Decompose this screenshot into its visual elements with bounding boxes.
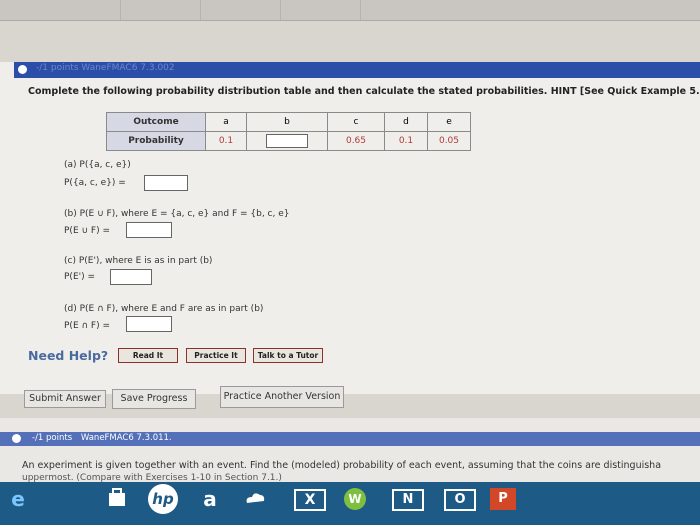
previous-table-strip — [0, 0, 700, 21]
submit-answer-button[interactable]: Submit Answer — [24, 390, 106, 408]
assignment-code: WaneFMAC6 7.3.011. — [80, 433, 172, 443]
part-b-input[interactable] — [126, 222, 172, 238]
need-help-label: Need Help? — [28, 348, 109, 363]
read-it-button[interactable]: Read It — [118, 348, 178, 363]
part-a-label: P({a, c, e}) = — [64, 178, 126, 188]
probability-header: Probability — [106, 131, 206, 151]
probability-b-input[interactable] — [266, 134, 308, 148]
word-icon[interactable]: W — [344, 488, 366, 510]
strip-cell — [200, 0, 281, 20]
probability-cell: 0.05 — [427, 131, 471, 151]
points-label: -/1 points — [36, 63, 79, 73]
probability-cell: 0.1 — [384, 131, 428, 151]
part-b-label: P(E ∪ F) = — [64, 226, 111, 236]
store-icon[interactable] — [104, 487, 130, 511]
part-c-label: P(E') = — [64, 272, 96, 282]
probability-b-cell — [246, 131, 328, 151]
practice-it-button[interactable]: Practice It — [186, 348, 246, 363]
probability-cell: 0.65 — [327, 131, 385, 151]
outcome-cell: b — [246, 112, 328, 132]
hp-icon[interactable]: hp — [148, 484, 178, 514]
part-d-label: P(E ∩ F) = — [64, 321, 111, 331]
next-question-header-bar: -/1 points WaneFMAC6 7.3.011. — [0, 432, 700, 446]
part-d-title: (d) P(E ∩ F), where E and F are as in pa… — [64, 304, 264, 314]
strip-cell — [120, 0, 201, 20]
probability-cell: 0.1 — [205, 131, 247, 151]
outlook-icon[interactable]: O — [444, 489, 476, 511]
edge-browser-icon[interactable]: e — [6, 487, 30, 511]
points-label: -/1 points — [32, 433, 73, 443]
strip-cell — [280, 0, 361, 20]
part-a-title: (a) P({a, c, e}) — [64, 160, 131, 170]
assignment-code: WaneFMAC6 7.3.002 — [81, 63, 175, 73]
practice-another-version-button[interactable]: Practice Another Version — [220, 386, 344, 408]
onenote-icon[interactable]: N — [392, 489, 424, 511]
question-header-bar: -/1 points WaneFMAC6 7.3.002 — [14, 62, 700, 78]
part-d-input[interactable] — [126, 316, 172, 332]
part-c-title: (c) P(E'), where E is as in part (b) — [64, 256, 213, 266]
next-question-prompt: An experiment is given together with an … — [22, 460, 662, 471]
part-c-input[interactable] — [110, 269, 152, 285]
powerpoint-icon[interactable]: P — [490, 488, 516, 510]
talk-to-tutor-button[interactable]: Talk to a Tutor — [253, 348, 323, 363]
expand-circle-icon[interactable] — [12, 434, 21, 443]
part-a-input[interactable] — [144, 175, 188, 191]
outcome-header: Outcome — [106, 112, 206, 132]
question-prompt: Complete the following probability distr… — [28, 86, 700, 97]
outcome-cell: e — [427, 112, 471, 132]
save-progress-button[interactable]: Save Progress — [112, 389, 196, 409]
outcome-cell: c — [327, 112, 385, 132]
part-b-title: (b) P(E ∪ F), where E = {a, c, e} and F … — [64, 209, 290, 219]
excel-icon[interactable]: X — [294, 489, 326, 511]
outcome-cell: a — [205, 112, 247, 132]
cloud-icon[interactable] — [242, 487, 268, 511]
strip-cell — [360, 0, 441, 20]
outcome-cell: d — [384, 112, 428, 132]
probability-table: Outcome a b c d e Probability 0.1 0.65 0… — [106, 112, 471, 151]
expand-circle-icon[interactable] — [18, 65, 27, 74]
amazon-icon[interactable]: a — [198, 487, 222, 511]
